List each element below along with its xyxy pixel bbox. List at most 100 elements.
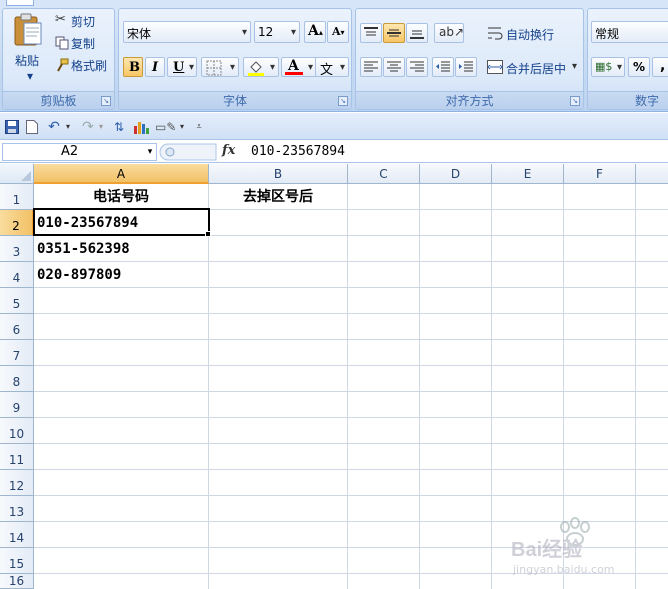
font-color-button[interactable]: A ▾ xyxy=(281,57,317,77)
row-header-13[interactable]: 13 xyxy=(0,496,34,522)
clipboard-icon xyxy=(14,13,42,46)
column-header-e[interactable]: E xyxy=(492,164,564,184)
row-header-1[interactable]: 1 xyxy=(0,184,34,210)
row-header-9[interactable]: 9 xyxy=(0,392,34,418)
align-right-button[interactable] xyxy=(406,57,428,77)
row-header-14[interactable]: 14 xyxy=(0,522,34,548)
number-format-select[interactable]: 常规 xyxy=(591,21,668,43)
fill-handle[interactable] xyxy=(205,231,211,237)
column-header-a[interactable]: A xyxy=(34,164,209,184)
formula-input[interactable]: 010-23567894 xyxy=(251,144,345,159)
column-header-f[interactable]: F xyxy=(564,164,636,184)
formula-bar-splitter[interactable] xyxy=(158,142,218,162)
row-header-4[interactable]: 4 xyxy=(0,262,34,288)
cell-b1[interactable]: 去掉区号后 xyxy=(209,186,347,210)
cell-a3[interactable]: 0351-562398 xyxy=(34,238,208,262)
paste-button[interactable]: 粘贴 ▾ xyxy=(7,11,47,87)
copy-button[interactable]: 复制 xyxy=(53,34,113,52)
row-header-7[interactable]: 7 xyxy=(0,340,34,366)
align-left-button[interactable] xyxy=(360,57,382,77)
sort-icon[interactable]: ⇅ xyxy=(110,119,128,135)
column-header-d[interactable]: D xyxy=(420,164,492,184)
insert-function-icon[interactable]: fx xyxy=(222,143,235,158)
increase-indent-button[interactable] xyxy=(455,57,477,77)
clipboard-group: 粘贴 ▾ ✂ 剪切 复制 格式刷 剪贴板 ↘ xyxy=(2,8,115,110)
new-document-icon[interactable] xyxy=(26,119,38,135)
gridline xyxy=(34,469,668,470)
align-bottom-button[interactable] xyxy=(406,23,428,43)
form-icon[interactable]: ▭✎ xyxy=(155,119,176,135)
column-header-c[interactable]: C xyxy=(348,164,420,184)
align-top-button[interactable] xyxy=(360,23,382,43)
undo-dropdown-arrow[interactable]: ▾ xyxy=(64,119,72,135)
form-dropdown-arrow[interactable]: ▾ xyxy=(178,119,186,135)
alignment-dialog-launcher[interactable]: ↘ xyxy=(570,96,580,106)
chevron-down-icon[interactable]: ▾ xyxy=(572,61,577,72)
italic-button[interactable]: I xyxy=(145,57,165,77)
row-header-10[interactable]: 10 xyxy=(0,418,34,444)
comma-style-button[interactable]: , xyxy=(652,57,668,77)
paste-dropdown-arrow[interactable]: ▾ xyxy=(27,69,33,83)
redo-dropdown-arrow[interactable]: ▾ xyxy=(97,119,105,135)
row-header-6[interactable]: 6 xyxy=(0,314,34,340)
ribbon-active-tab[interactable] xyxy=(6,0,34,6)
bold-button[interactable]: B xyxy=(123,57,143,77)
column-header-g-partial[interactable] xyxy=(636,164,668,184)
merge-center-label: 合并后居中 xyxy=(506,62,567,76)
wrap-text-label: 自动换行 xyxy=(506,28,555,42)
chart-icon[interactable] xyxy=(133,119,149,135)
align-center-button[interactable] xyxy=(383,57,405,77)
row-header-16[interactable]: 16 xyxy=(0,574,34,589)
alignment-group: ab↗ 自动换行 合并后居中 ▾ 对齐方式 ↘ xyxy=(355,8,584,110)
grow-font-button[interactable]: A▴ xyxy=(304,21,326,43)
fill-color-button[interactable]: ▾ xyxy=(243,57,279,77)
gridline xyxy=(34,417,668,418)
undo-icon[interactable]: ↶ xyxy=(46,119,62,135)
customize-toolbar-icon[interactable]: ⩡ xyxy=(194,119,204,135)
font-color-swatch xyxy=(285,72,303,75)
cut-button[interactable]: ✂ 剪切 xyxy=(53,12,113,30)
underline-button[interactable]: U ▾ xyxy=(167,57,197,77)
chevron-down-icon: ▾ xyxy=(616,62,622,73)
merge-center-button[interactable]: 合并后居中 ▾ xyxy=(486,57,582,77)
alignment-group-label: 对齐方式 xyxy=(356,91,583,109)
number-group: 常规 ▦$ ▾ % , 数字 xyxy=(587,8,668,110)
cell-a4[interactable]: 020-897809 xyxy=(34,264,208,288)
gridline xyxy=(34,339,668,340)
phonetic-guide-button[interactable]: 文 ▾ xyxy=(315,57,349,78)
increase-indent-icon xyxy=(459,61,473,72)
save-icon[interactable] xyxy=(5,119,19,135)
format-painter-button[interactable]: 格式刷 xyxy=(53,56,113,74)
percent-style-button[interactable]: % xyxy=(628,57,650,77)
name-box[interactable]: A2 xyxy=(2,143,157,161)
borders-button[interactable]: ▾ xyxy=(201,57,239,77)
chevron-down-icon: ▾ xyxy=(339,62,345,73)
redo-icon[interactable]: ↷ xyxy=(80,119,96,135)
row-header-2[interactable]: 2 xyxy=(0,210,34,236)
column-header-b[interactable]: B xyxy=(209,164,348,184)
shrink-font-button[interactable]: A▾ xyxy=(327,21,349,43)
orientation-button[interactable]: ab↗ xyxy=(434,23,464,43)
italic-label: I xyxy=(152,60,159,75)
accounting-format-button[interactable]: ▦$ ▾ xyxy=(591,57,625,77)
currency-icon: ▦$ xyxy=(595,60,613,73)
select-all-button[interactable] xyxy=(0,164,34,184)
row-header-11[interactable]: 11 xyxy=(0,444,34,470)
font-size-select[interactable]: 12 ▾ xyxy=(254,21,300,43)
merge-center-icon xyxy=(487,60,503,74)
name-box-dropdown-icon[interactable]: ▾ xyxy=(143,143,157,161)
align-middle-button[interactable] xyxy=(383,23,405,43)
row-header-8[interactable]: 8 xyxy=(0,366,34,392)
copy-label: 复制 xyxy=(71,37,96,51)
decrease-indent-button[interactable] xyxy=(432,57,454,77)
cell-a2[interactable]: 010-23567894 xyxy=(34,212,208,236)
row-header-3[interactable]: 3 xyxy=(0,236,34,262)
wrap-text-button[interactable]: 自动换行 xyxy=(486,23,582,43)
clipboard-dialog-launcher[interactable]: ↘ xyxy=(101,96,111,106)
row-header-15[interactable]: 15 xyxy=(0,548,34,574)
font-name-select[interactable]: 宋体 ▾ xyxy=(123,21,251,43)
row-header-5[interactable]: 5 xyxy=(0,288,34,314)
font-dialog-launcher[interactable]: ↘ xyxy=(338,96,348,106)
row-header-12[interactable]: 12 xyxy=(0,470,34,496)
cell-a1[interactable]: 电话号码 xyxy=(34,186,208,210)
